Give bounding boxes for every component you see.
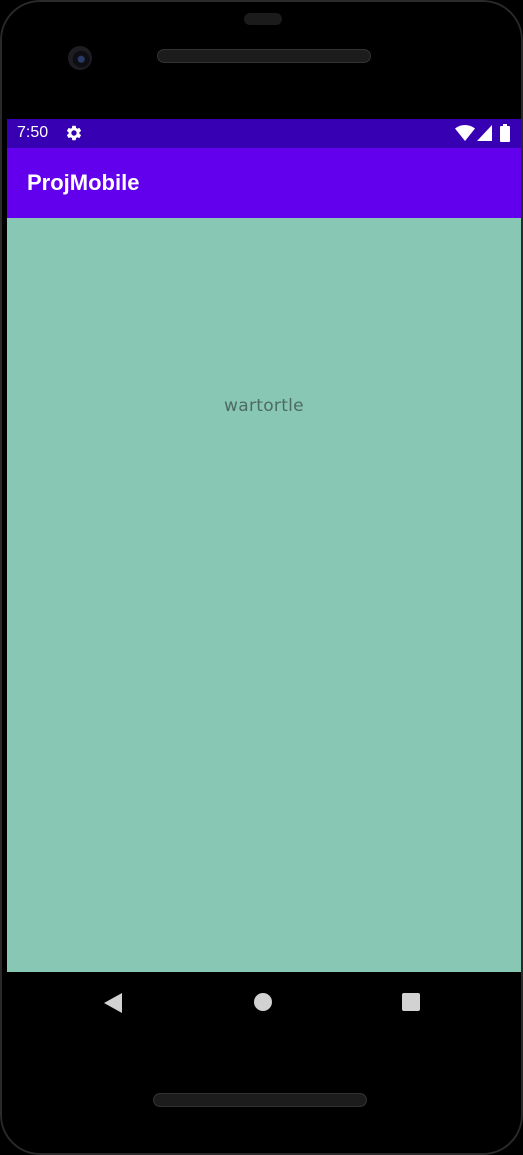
- signal-icon: [477, 125, 492, 141]
- top-speaker-grille: [157, 49, 371, 63]
- earpiece-notch: [244, 13, 282, 25]
- bottom-speaker-grille: [153, 1093, 367, 1107]
- navigation-bar: [7, 972, 521, 1032]
- wifi-icon: [455, 125, 475, 141]
- home-icon[interactable]: [254, 993, 272, 1011]
- phone-frame: 7:50 ProjMobile wartortle: [0, 0, 523, 1155]
- recents-icon[interactable]: [402, 993, 420, 1011]
- status-bar: 7:50: [7, 119, 521, 148]
- pokemon-name-label: wartortle: [224, 396, 304, 416]
- app-title: ProjMobile: [27, 170, 140, 195]
- front-camera: [68, 46, 92, 70]
- status-time: 7:50: [17, 124, 49, 141]
- back-icon[interactable]: [104, 993, 122, 1013]
- phone-screen: 7:50 ProjMobile wartortle: [7, 119, 521, 972]
- main-content: wartortle: [7, 218, 521, 972]
- battery-icon: [500, 124, 510, 142]
- gear-icon: [66, 125, 82, 141]
- app-bar: ProjMobile: [7, 148, 521, 218]
